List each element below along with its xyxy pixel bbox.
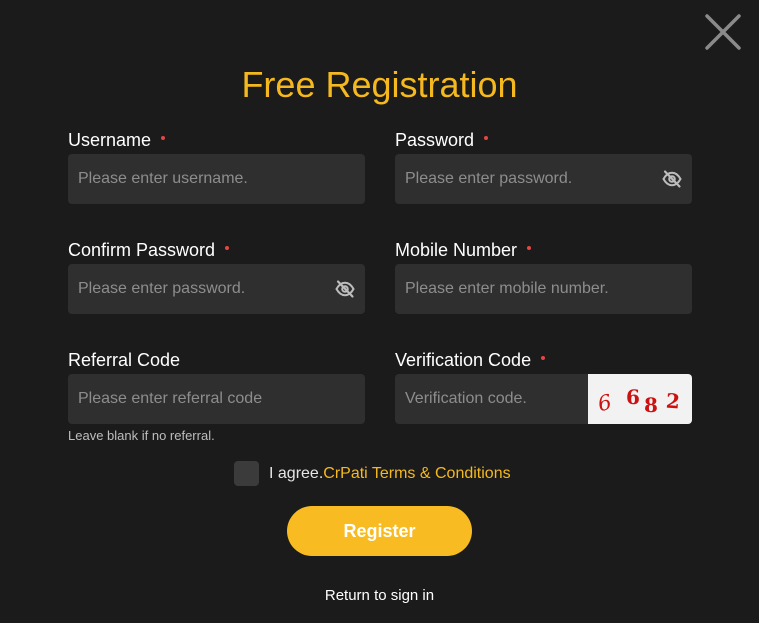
mobile-field-group: Mobile Number: [395, 238, 692, 314]
password-field-group: Password: [395, 128, 692, 204]
confirm-password-visibility-toggle[interactable]: [335, 279, 355, 299]
register-button[interactable]: Register: [287, 506, 472, 556]
username-input[interactable]: [68, 154, 365, 204]
close-button[interactable]: [704, 13, 742, 51]
referral-input-box: [68, 374, 365, 424]
verification-input[interactable]: [395, 374, 587, 424]
agreement-text: I agree.: [269, 464, 324, 482]
password-input[interactable]: [395, 154, 692, 204]
password-visibility-toggle[interactable]: [662, 169, 682, 189]
confirm-password-input[interactable]: [68, 264, 365, 314]
captcha-char: 2: [665, 388, 681, 414]
page-title: Free Registration: [241, 64, 518, 105]
username-input-box: [68, 154, 365, 204]
agreement-row: I agree. CrPati Terms & Conditions: [234, 461, 511, 486]
agree-checkbox[interactable]: [234, 461, 259, 486]
close-icon: [705, 14, 741, 50]
eye-slash-icon: [335, 280, 355, 298]
password-label: Password: [395, 128, 692, 152]
captcha-image[interactable]: 6 6 8 2: [588, 374, 692, 424]
required-indicator: [161, 136, 166, 140]
password-input-box: [395, 154, 692, 204]
captcha-char: 8: [644, 393, 658, 417]
terms-link[interactable]: CrPati Terms & Conditions: [323, 465, 510, 483]
mobile-input-box: [395, 264, 692, 314]
required-indicator: [527, 246, 532, 250]
confirm-password-label: Confirm Password: [68, 238, 365, 262]
referral-input[interactable]: [68, 374, 365, 424]
verification-label: Verification Code: [395, 348, 692, 372]
required-indicator: [225, 246, 230, 250]
confirm-password-input-box: [68, 264, 365, 314]
verification-input-box: 6 6 8 2: [395, 374, 692, 424]
required-indicator: [541, 356, 546, 360]
username-field-group: Username: [68, 128, 365, 204]
verification-field-group: Verification Code 6 6 8 2: [395, 348, 692, 424]
referral-hint: Leave blank if no referral.: [68, 428, 215, 443]
username-label: Username: [68, 128, 365, 152]
eye-slash-icon: [662, 170, 682, 188]
captcha-char: 6: [626, 385, 640, 409]
mobile-label: Mobile Number: [395, 238, 692, 262]
referral-label: Referral Code: [68, 350, 181, 370]
return-to-sign-in-row: Return to sign in: [0, 586, 759, 606]
mobile-input[interactable]: [395, 264, 692, 314]
return-to-sign-in-link[interactable]: Return to sign in: [325, 587, 434, 604]
captcha-char: 6: [595, 389, 614, 417]
required-indicator: [484, 136, 489, 140]
confirm-password-field-group: Confirm Password: [68, 238, 365, 314]
referral-field-group: Referral Code: [68, 348, 365, 424]
